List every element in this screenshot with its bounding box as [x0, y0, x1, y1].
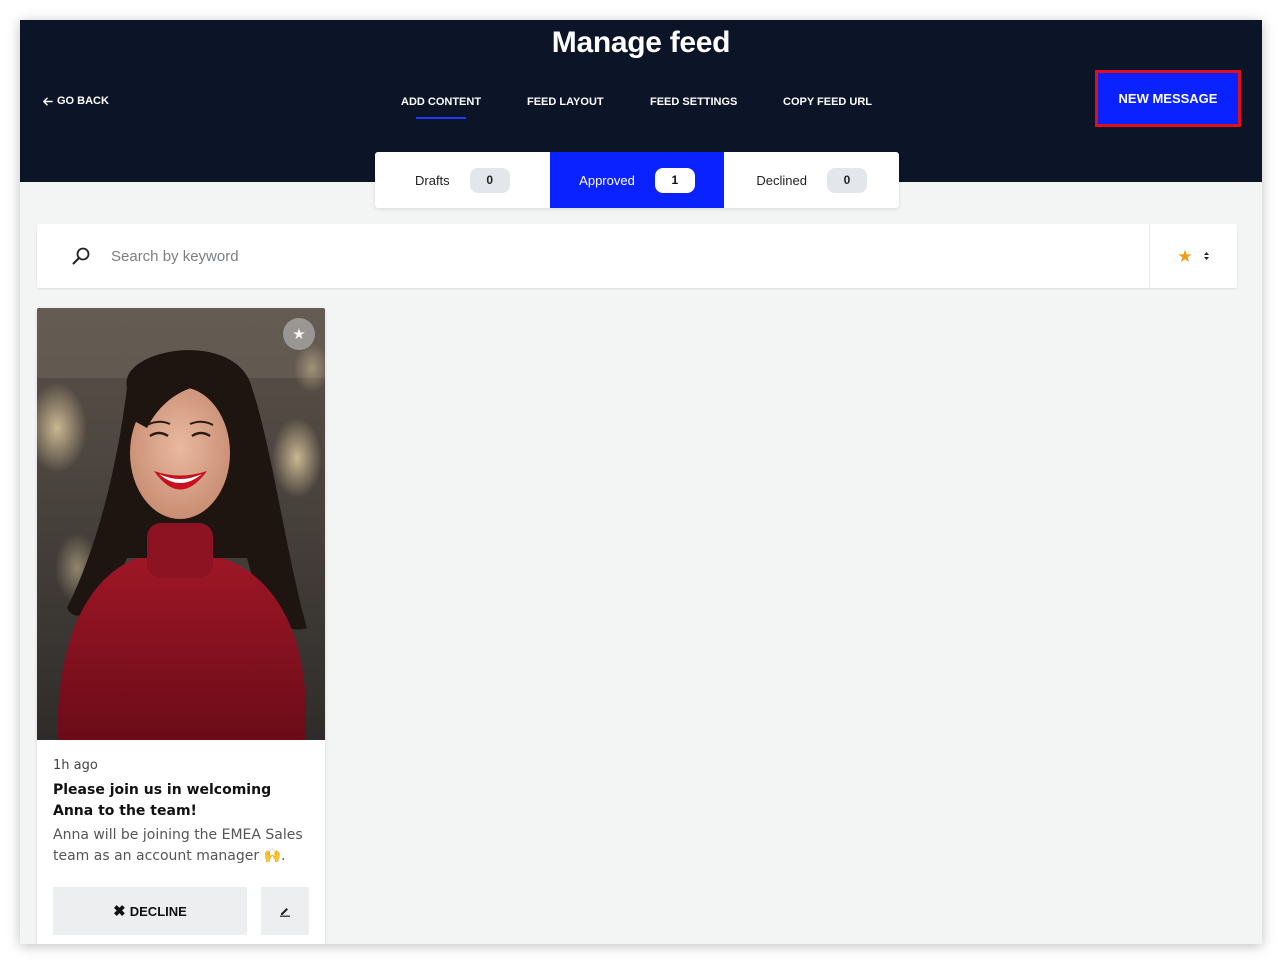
page-title: Manage feed	[551, 26, 731, 59]
post-card[interactable]: ★ 1h ago Please join us in welcoming Ann…	[37, 308, 325, 944]
tab-add-content[interactable]: ADD CONTENT	[401, 96, 481, 108]
sort-arrows-icon	[1203, 252, 1209, 260]
pencil-icon	[280, 908, 290, 917]
sort-dropdown[interactable]: ★	[1149, 224, 1237, 288]
status-tab-label: Drafts	[415, 172, 450, 188]
status-tabs: Drafts 0 Approved 1 Declined 0	[375, 152, 899, 208]
post-image	[37, 308, 325, 740]
post-title: Please join us in welcoming Anna to the …	[53, 782, 272, 819]
search-bar: ★	[37, 224, 1237, 288]
edit-button[interactable]	[261, 887, 309, 935]
go-back-link[interactable]: GO BACK	[42, 95, 109, 107]
post-timestamp: 1h ago	[53, 758, 98, 773]
status-tab-declined[interactable]: Declined 0	[724, 152, 899, 208]
go-back-label: GO BACK	[57, 95, 109, 107]
active-tab-indicator	[416, 117, 466, 119]
app-window: Manage feed GO BACK ADD CONTENT FEED LAY…	[20, 20, 1262, 944]
status-tab-label: Approved	[579, 172, 635, 188]
status-tab-approved[interactable]: Approved 1	[549, 152, 725, 208]
tab-feed-layout[interactable]: FEED LAYOUT	[527, 96, 604, 108]
decline-label: DECLINE	[129, 903, 187, 919]
decline-button[interactable]: ✖ DECLINE	[53, 887, 247, 935]
tab-feed-settings[interactable]: FEED SETTINGS	[650, 96, 737, 108]
count-badge: 0	[826, 167, 867, 193]
count-badge: 1	[654, 167, 695, 193]
arrow-left-icon	[43, 97, 53, 105]
post-body: Anna will be joining the EMEA Sales team…	[53, 827, 303, 864]
star-icon: ★	[292, 326, 306, 343]
star-icon: ★	[1177, 246, 1193, 266]
status-tab-drafts[interactable]: Drafts 0	[375, 152, 550, 208]
close-icon: ✖	[113, 902, 126, 920]
status-tab-label: Declined	[756, 172, 807, 188]
new-message-button[interactable]: NEW MESSAGE	[1095, 70, 1241, 127]
search-input[interactable]	[111, 244, 1111, 268]
count-badge: 0	[469, 167, 510, 193]
search-icon	[72, 247, 90, 265]
tab-copy-feed-url[interactable]: COPY FEED URL	[783, 96, 872, 108]
favorite-button[interactable]: ★	[283, 318, 315, 350]
